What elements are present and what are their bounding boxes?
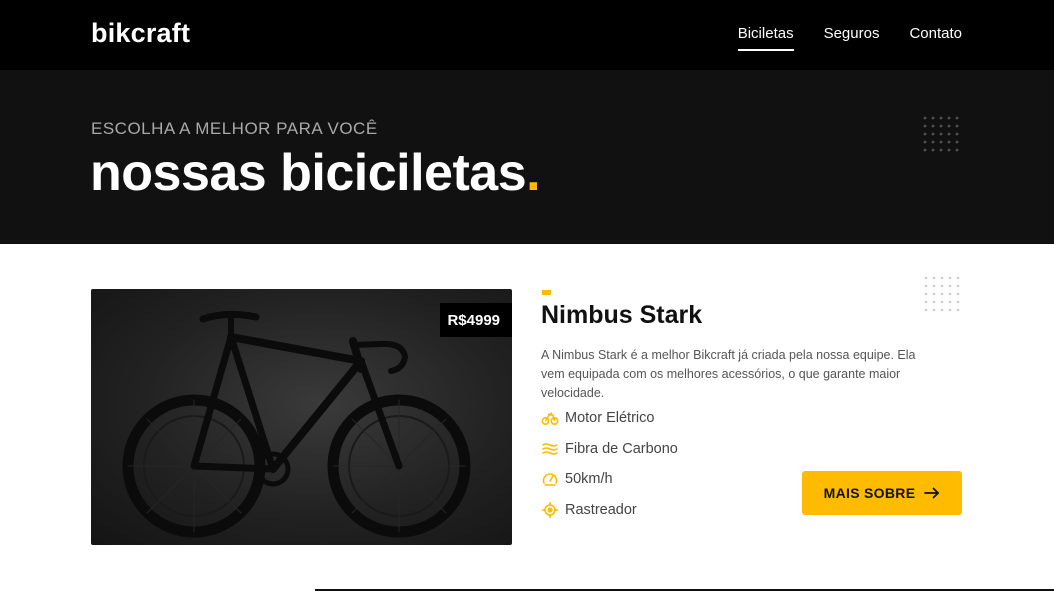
carbon-fiber-icon <box>542 442 558 455</box>
feature-label: Motor Elétrico <box>565 410 655 427</box>
feature-label: Fibra de Carbono <box>565 440 678 457</box>
product-name: Nimbus Stark <box>541 301 703 329</box>
mais-sobre-button[interactable]: MAIS SOBRE <box>802 471 962 515</box>
speedometer-icon <box>542 473 558 487</box>
site-header: bikcraft Biciletas Seguros Contato <box>0 0 1054 70</box>
feature-item-carbon: Fibra de Carbono <box>541 434 678 465</box>
feature-item-speed: 50km/h <box>541 464 678 495</box>
dots-pattern-decoration <box>922 274 964 316</box>
price-badge: R$4999 <box>440 303 512 337</box>
arrow-right-icon <box>924 487 940 499</box>
logo[interactable]: bikcraft <box>91 18 190 49</box>
page-title: nossas biciciletas. <box>90 144 541 202</box>
nav-link-bicicletas[interactable]: Biciletas <box>737 24 794 51</box>
feature-label: 50km/h <box>565 471 613 488</box>
dots-pattern-decoration <box>921 114 963 156</box>
cta-label: MAIS SOBRE <box>823 485 916 501</box>
motor-icon <box>541 412 559 426</box>
main-nav: Biciletas Seguros Contato <box>737 24 962 51</box>
feature-label: Rastreador <box>565 501 637 518</box>
hero-title-dot: . <box>526 144 541 202</box>
nav-link-contato[interactable]: Contato <box>909 24 962 44</box>
nav-link-seguros[interactable]: Seguros <box>824 24 880 44</box>
accent-bar <box>542 290 551 295</box>
feature-item-motor: Motor Elétrico <box>541 403 678 434</box>
hero-title-text: nossas biciciletas <box>90 144 527 202</box>
product-image: R$4999 <box>91 289 512 545</box>
tracker-icon <box>541 501 559 519</box>
product-description: A Nimbus Stark é a melhor Bikcraft já cr… <box>541 348 916 400</box>
feature-list: Motor Elétrico Fibra de Carbono 50km/h R… <box>541 403 678 525</box>
hero-eyebrow: ESCOLHA A MELHOR PARA VOCÊ <box>91 119 378 138</box>
feature-item-tracker: Rastreador <box>541 495 678 526</box>
hero-section: ESCOLHA A MELHOR PARA VOCÊ nossas bicici… <box>0 70 1054 244</box>
